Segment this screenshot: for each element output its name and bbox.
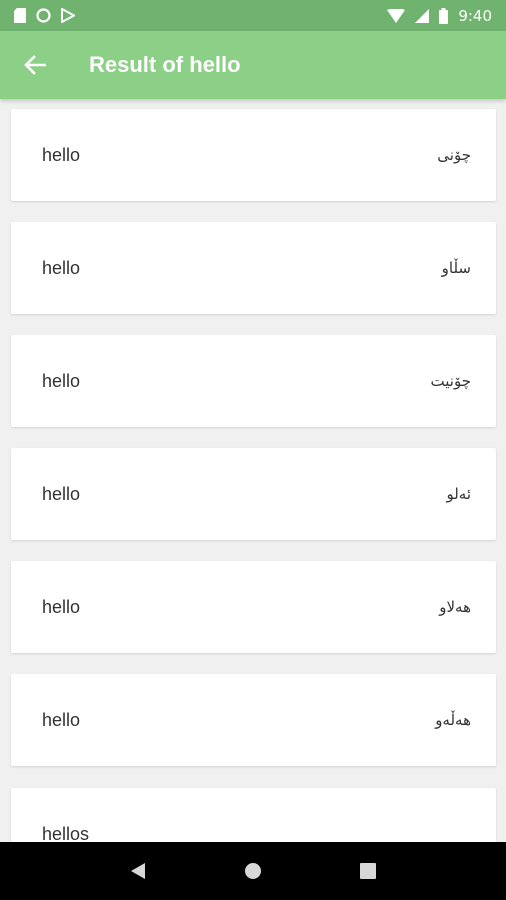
list-item[interactable]: hello چۆنی [11,109,496,201]
english-word: hellos [42,824,90,842]
back-triangle-icon [130,862,146,880]
list-item[interactable]: hello هەڵەو [11,674,496,766]
status-left-icons [14,8,75,23]
status-bar: 9:40 [0,0,506,31]
play-store-icon [61,8,75,23]
home-circle-icon [244,862,262,880]
english-word: hello [42,596,81,617]
nav-back-button[interactable] [118,851,158,891]
list-item[interactable]: hello سڵاو [11,222,496,314]
wifi-icon [387,8,406,23]
english-word: hello [42,257,81,278]
list-item[interactable]: hello ئەلو [11,448,496,540]
sd-card-icon [14,8,26,23]
battery-icon [439,7,449,24]
nav-recents-button[interactable] [348,851,388,891]
english-word: hello [42,144,81,165]
nav-home-button[interactable] [233,851,273,891]
english-word: hello [42,370,81,391]
status-right-icons: 9:40 [387,7,492,25]
kurdish-translation: هەڵەو [435,711,471,729]
page-title: Result of hello [89,52,241,77]
results-list[interactable]: hello چۆنی hello سڵاو hello چۆنیت hello … [0,99,506,842]
kurdish-translation: سڵاو [441,259,471,277]
circle-icon [36,8,51,23]
back-button[interactable] [11,41,59,89]
list-item[interactable]: hello هەلاو [11,561,496,653]
english-word: hello [42,709,81,730]
app-bar: Result of hello [0,31,506,99]
list-item[interactable]: hellos [11,788,496,842]
list-item[interactable]: hello چۆنیت [11,335,496,427]
signal-icon [415,8,430,23]
kurdish-translation: چۆنیت [430,372,471,390]
arrow-back-icon [24,55,46,75]
english-word: hello [42,483,81,504]
kurdish-translation: هەلاو [439,598,471,616]
status-time: 9:40 [458,6,492,25]
system-nav-bar [0,842,506,900]
kurdish-translation: چۆنی [437,146,471,164]
kurdish-translation: ئەلو [446,485,471,503]
recents-square-icon [360,863,377,879]
